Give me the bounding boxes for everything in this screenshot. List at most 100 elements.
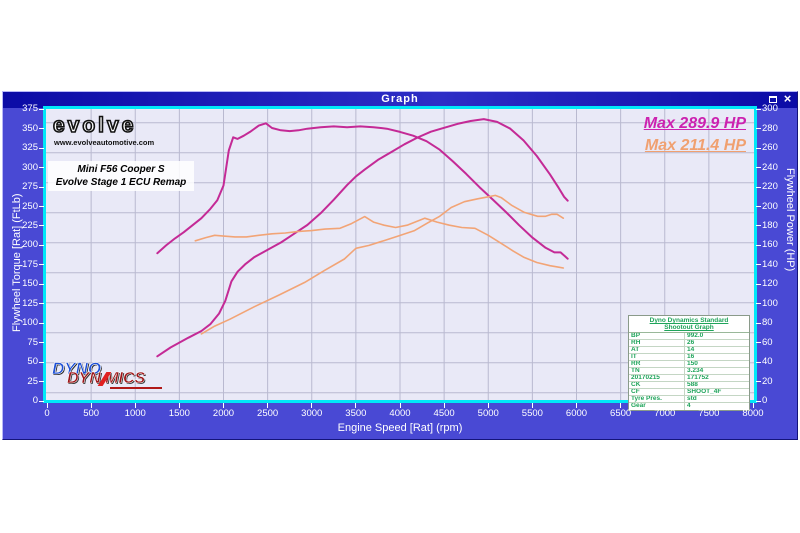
y-tick-mark-left <box>39 206 44 207</box>
x-tick: 0 <box>27 408 67 419</box>
y-tick-right: 160 <box>762 239 798 250</box>
y-tick-mark-right <box>756 187 761 188</box>
y-tick-mark-left <box>39 187 44 188</box>
run-info-row: RR150 <box>629 361 749 368</box>
y-tick-left: 125 <box>2 298 38 309</box>
run-info-label: RR <box>629 361 685 367</box>
y-tick-mark-left <box>39 167 44 168</box>
run-info-row: CK588 <box>629 382 749 389</box>
run-info-label: RH <box>629 340 685 346</box>
run-info-label: TN <box>629 368 685 374</box>
y-tick-left: 325 <box>2 142 38 153</box>
y-tick-left: 375 <box>2 103 38 114</box>
run-info-value: 992.0 <box>685 333 749 339</box>
run-info-header-line2: Shootout Graph <box>664 324 713 331</box>
y-tick-left: 200 <box>2 239 38 250</box>
y-tick-mark-right <box>756 284 761 285</box>
max-tuned-power-label: Max 289.9 HP <box>644 115 746 133</box>
y-tick-left: 275 <box>2 181 38 192</box>
y-tick-mark-left <box>39 225 44 226</box>
y-tick-right: 180 <box>762 220 798 231</box>
max-stock-power-label: Max 211.4 HP <box>645 137 746 155</box>
vehicle-model: Mini F56 Cooper S <box>48 163 194 176</box>
y-tick-mark-left <box>39 401 44 402</box>
run-info-row: 20170215171752 <box>629 375 749 382</box>
y-tick-left: 50 <box>2 356 38 367</box>
y-tick-right: 100 <box>762 298 798 309</box>
x-tick: 4000 <box>380 408 420 419</box>
run-info-row: TN3.234 <box>629 368 749 375</box>
curve-tuned-torque <box>157 123 567 258</box>
y-tick-mark-right <box>756 323 761 324</box>
run-info-label: CF <box>629 389 685 395</box>
y-tick-left: 150 <box>2 278 38 289</box>
y-tick-mark-right <box>756 303 761 304</box>
y-tick-right: 20 <box>762 376 798 387</box>
y-tick-mark-right <box>756 362 761 363</box>
x-axis-title: Engine Speed [Rat] (rpm) <box>0 422 800 434</box>
y-tick-mark-right <box>756 225 761 226</box>
run-info-value: 171752 <box>685 375 749 381</box>
run-info-header-line1: Dyno Dynamics Standard <box>650 317 729 324</box>
y-tick-left: 25 <box>2 376 38 387</box>
run-info-value: 150 <box>685 361 749 367</box>
window-title: Graph <box>381 93 418 105</box>
y-tick-mark-right <box>756 401 761 402</box>
run-info-row: RH26 <box>629 340 749 347</box>
dyno-logo-underline <box>110 387 162 389</box>
y-tick-mark-left <box>39 342 44 343</box>
y-tick-left: 225 <box>2 220 38 231</box>
run-info-rows: BP992.0RH26AT14IT16RR150TN3.234201702151… <box>629 333 749 410</box>
y-tick-right: 40 <box>762 356 798 367</box>
run-info-value: 588 <box>685 382 749 388</box>
y-tick-mark-left <box>39 128 44 129</box>
y-tick-mark-left <box>39 284 44 285</box>
y-tick-right: 80 <box>762 317 798 328</box>
run-info-value: std <box>685 396 749 402</box>
y-tick-mark-left <box>39 245 44 246</box>
run-info-value: 3.234 <box>685 368 749 374</box>
x-tick: 5000 <box>468 408 508 419</box>
run-info-value: SHOOT_4F <box>685 389 749 395</box>
y-tick-right: 200 <box>762 201 798 212</box>
y-tick-mark-right <box>756 167 761 168</box>
y-tick-mark-left <box>39 323 44 324</box>
run-info-value: 14 <box>685 347 749 353</box>
y-tick-right: 240 <box>762 162 798 173</box>
x-tick: 500 <box>71 408 111 419</box>
y-tick-left: 0 <box>2 395 38 406</box>
x-tick: 4500 <box>424 408 464 419</box>
run-info-label: CK <box>629 382 685 388</box>
x-tick: 2500 <box>248 408 288 419</box>
y-tick-mark-left <box>39 303 44 304</box>
y-tick-right: 60 <box>762 337 798 348</box>
y-tick-right: 0 <box>762 395 798 406</box>
run-info-label: Tyre Pres. <box>629 396 685 402</box>
x-tick: 3500 <box>336 408 376 419</box>
x-tick: 5500 <box>512 408 552 419</box>
curve-tuned-power <box>157 119 567 356</box>
y-tick-right: 220 <box>762 181 798 192</box>
restore-icon <box>769 96 777 103</box>
run-info-label: IT <box>629 354 685 360</box>
y-tick-left: 100 <box>2 317 38 328</box>
y-tick-mark-left <box>39 264 44 265</box>
run-info-row: AT14 <box>629 347 749 354</box>
y-tick-mark-left <box>39 381 44 382</box>
run-info-label: BP <box>629 333 685 339</box>
y-tick-left: 75 <box>2 337 38 348</box>
vehicle-tune: Evolve Stage 1 ECU Remap <box>48 176 194 189</box>
y-tick-right: 280 <box>762 123 798 134</box>
x-tick: 7000 <box>645 408 685 419</box>
y-tick-left: 350 <box>2 123 38 134</box>
run-info-row: BP992.0 <box>629 333 749 340</box>
y-tick-mark-right <box>756 245 761 246</box>
run-info-value: 16 <box>685 354 749 360</box>
run-info-header: Dyno Dynamics Standard Shootout Graph <box>629 316 749 333</box>
vehicle-info-box: Mini F56 Cooper S Evolve Stage 1 ECU Rem… <box>48 161 194 191</box>
y-tick-mark-right <box>756 128 761 129</box>
y-tick-mark-right <box>756 381 761 382</box>
x-tick: 6500 <box>601 408 641 419</box>
y-tick-right: 260 <box>762 142 798 153</box>
dyno-dynamics-logo: DYNO DYN MICS <box>52 359 172 399</box>
